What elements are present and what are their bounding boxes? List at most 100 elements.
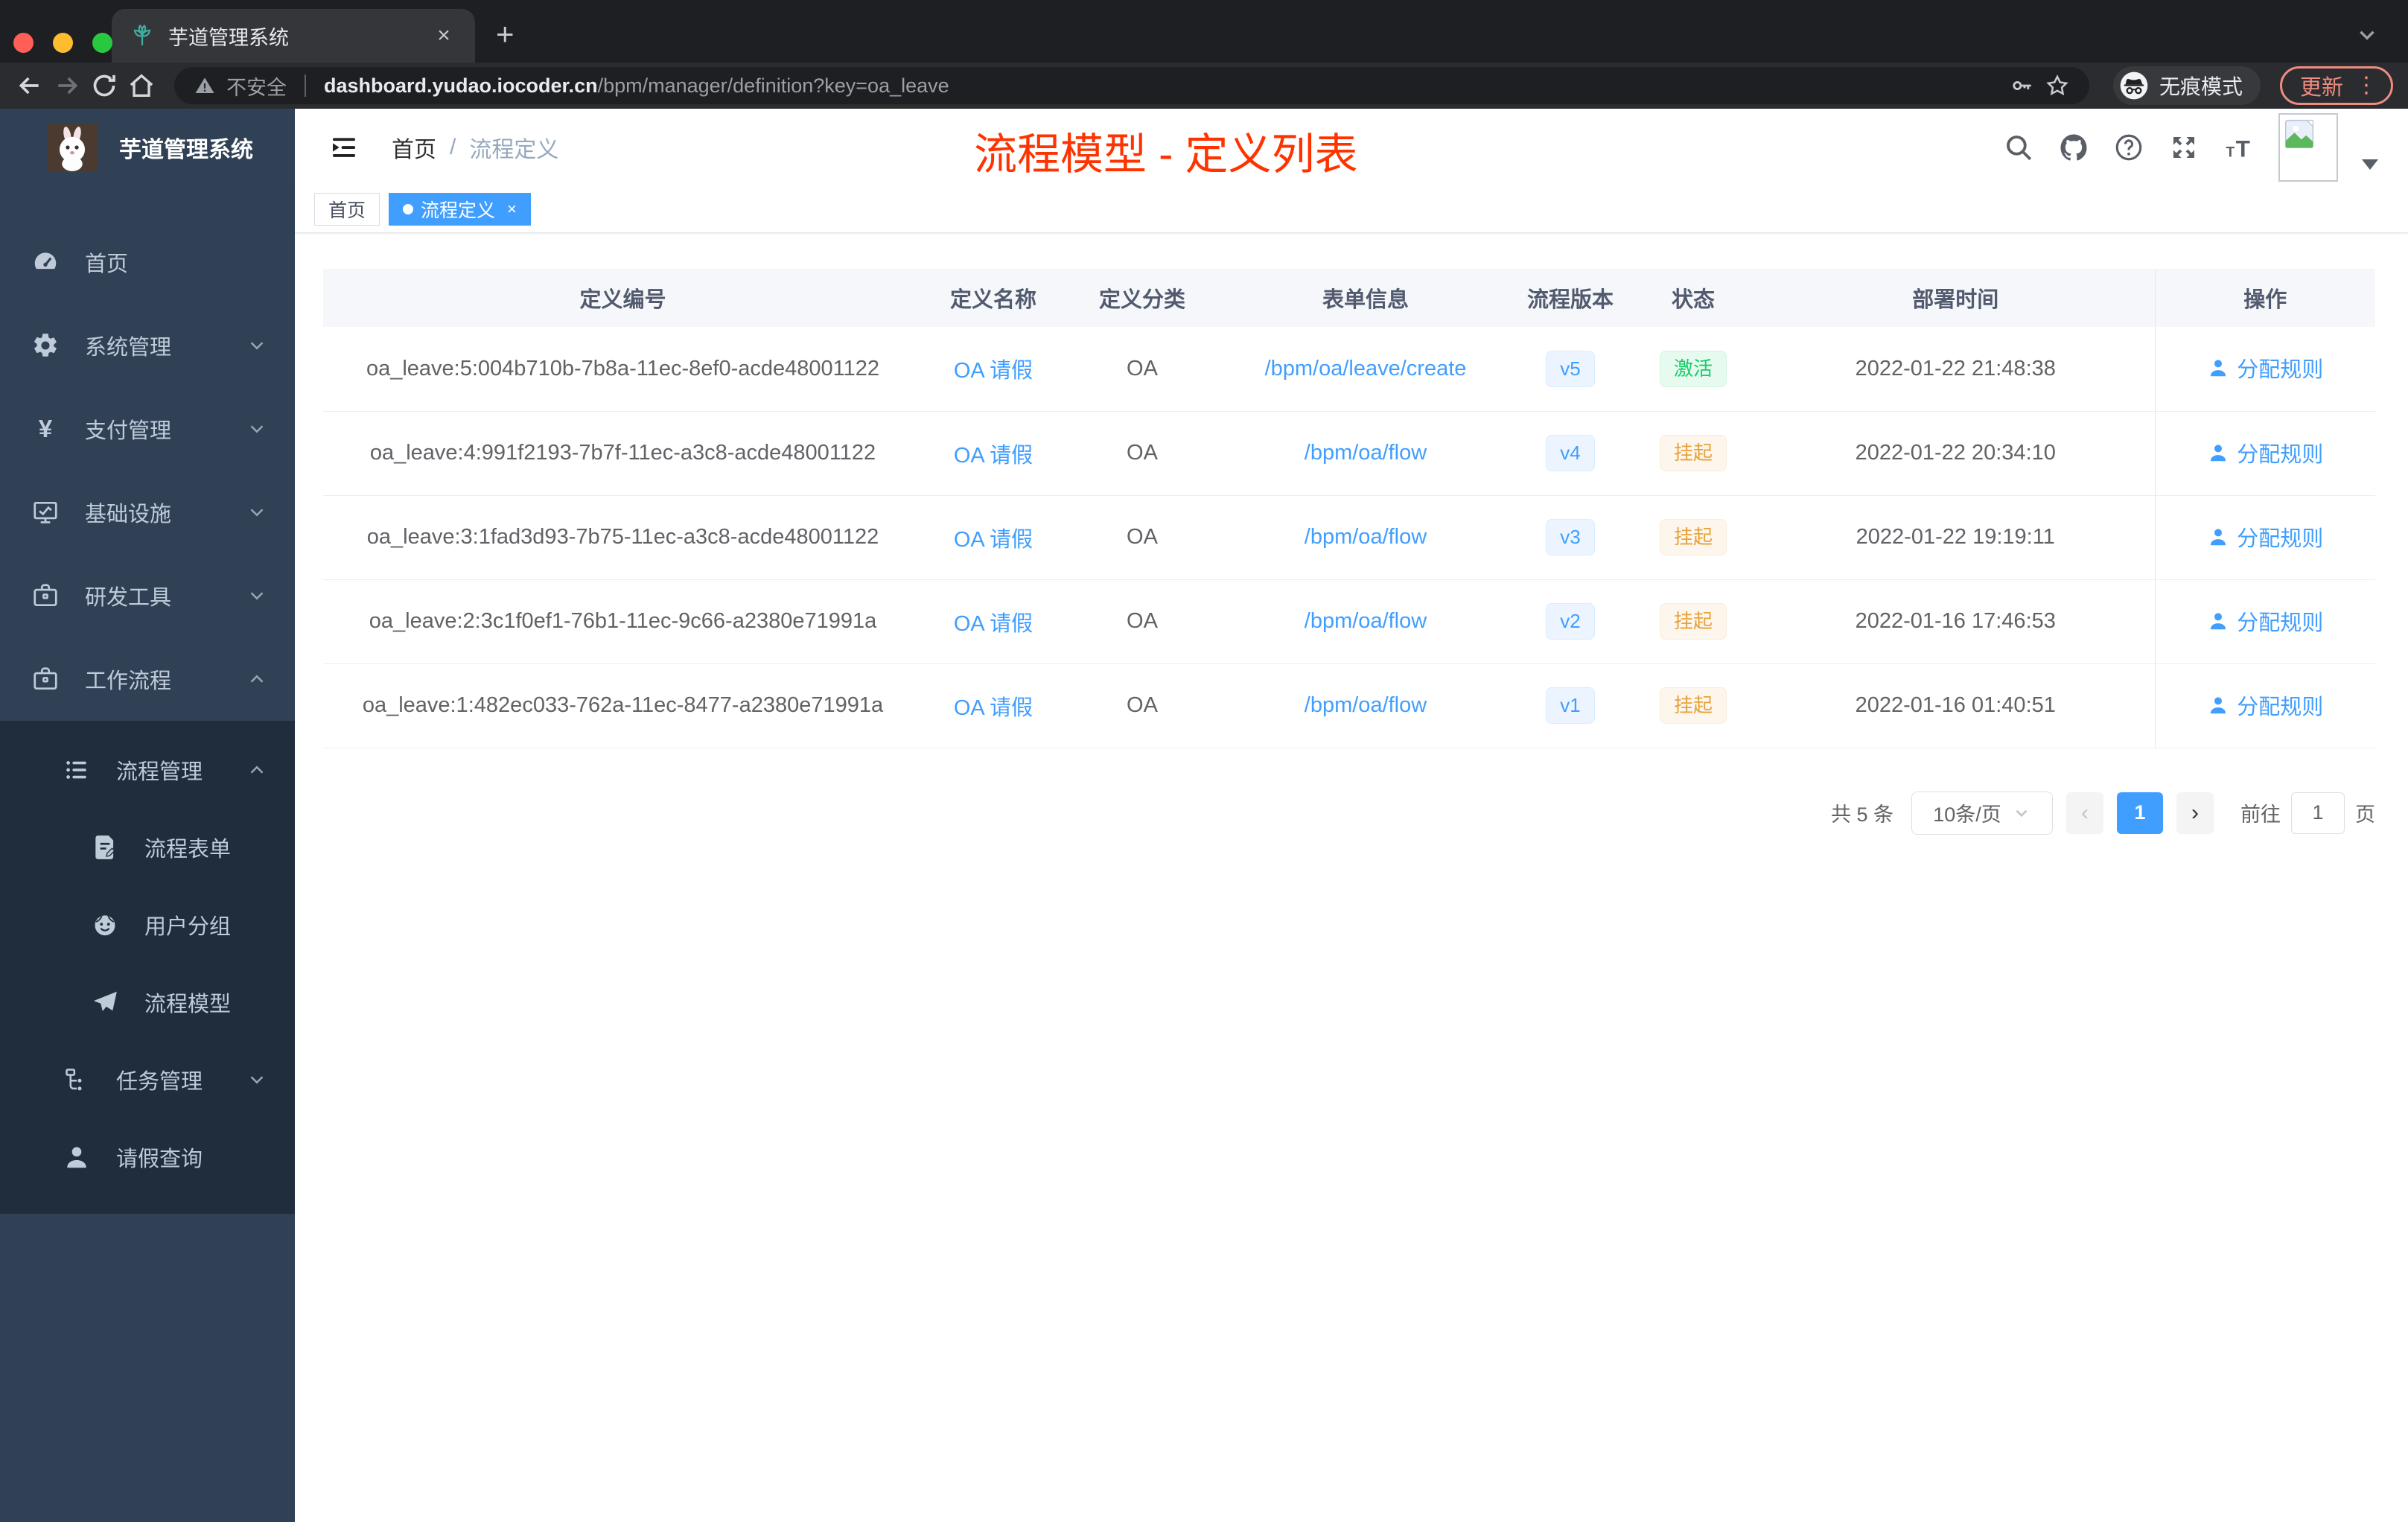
tab-close-icon[interactable]: × [430,23,457,48]
reload-icon[interactable] [89,71,119,101]
bookmark-star-icon[interactable] [2045,73,2070,98]
sidebar-item-工作流程[interactable]: 工作流程 [0,637,295,721]
annotation-title: 流程模型 - 定义列表 [974,130,1358,179]
form-info-link[interactable]: /bpm/oa/flow [1305,693,1427,717]
cell-definition-name[interactable]: OA 请假 [923,327,1064,412]
cell-actions[interactable]: 分配规则 [2154,579,2375,664]
sidebar-submenu-workflow: 流程管理 流程表单 用户分组 流程模型 任务管理 请假查询 [0,721,295,1214]
column-header-定义分类: 定义分类 [1064,269,1220,327]
minimize-window-button[interactable] [53,33,73,53]
goto-page-input[interactable] [2291,792,2345,834]
column-header-操作: 操作 [2154,269,2375,327]
definition-name-link[interactable]: OA 请假 [954,359,1033,383]
definition-name-link[interactable]: OA 请假 [954,612,1033,636]
cell-definition-id: oa_leave:3:1fad3d93-7b75-11ec-a3c8-acde4… [323,495,923,580]
prev-page-button[interactable]: ‹ [2066,792,2103,834]
tags-view: 首页 流程定义 × [295,186,2408,233]
pagination: 共 5 条 10条/页 ‹ 1 › 前往 页 [323,791,2375,835]
definition-name-link[interactable]: OA 请假 [954,696,1033,720]
column-header-表单信息: 表单信息 [1220,269,1511,327]
menu-dots-icon[interactable]: ⋮ [2355,74,2377,96]
column-header-状态: 状态 [1630,269,1756,327]
cell-definition-name[interactable]: OA 请假 [923,411,1064,496]
cell-status: 挂起 [1630,411,1756,496]
sidebar-item-研发工具[interactable]: 研发工具 [0,554,295,637]
cell-form-info[interactable]: /bpm/oa/leave/create [1220,327,1511,412]
paper-plane-icon [91,988,119,1016]
next-page-button[interactable]: › [2176,792,2214,834]
person-icon [2207,610,2229,632]
form-info-link[interactable]: /bpm/oa/flow [1305,441,1427,465]
breadcrumb: 首页 / 流程定义 [392,131,558,164]
sidebar-item-请假查询[interactable]: 请假查询 [0,1118,295,1196]
sidebar-item-支付管理[interactable]: ¥ 支付管理 [0,387,295,471]
tab-strip: 芋道管理系统 × + [0,0,2408,63]
close-window-button[interactable] [13,33,34,53]
cell-actions[interactable]: 分配规则 [2154,327,2375,412]
gear-icon [31,331,60,360]
tag-label: 流程定义 [421,200,496,221]
cell-actions[interactable]: 分配规则 [2154,663,2375,748]
avatar[interactable] [2278,113,2338,182]
omnibox-divider [305,74,306,97]
cell-definition-name[interactable]: OA 请假 [923,663,1064,748]
cell-status: 挂起 [1630,663,1756,748]
cell-definition-name[interactable]: OA 请假 [923,495,1064,580]
sidebar-item-系统管理[interactable]: 系统管理 [0,304,295,387]
font-size-icon[interactable]: TT [2223,132,2255,163]
not-secure-warning-icon[interactable] [194,74,216,97]
cell-actions[interactable]: 分配规则 [2154,411,2375,496]
sidebar-item-首页[interactable]: 首页 [0,220,295,304]
cell-form-info[interactable]: /bpm/oa/flow [1220,663,1511,748]
browser-tab[interactable]: 芋道管理系统 × [112,9,475,63]
form-info-link[interactable]: /bpm/oa/flow [1305,609,1427,633]
form-info-link[interactable]: /bpm/oa/leave/create [1265,357,1467,380]
sidebar-item-label: 工作流程 [85,669,172,693]
cell-form-info[interactable]: /bpm/oa/flow [1220,495,1511,580]
assign-rule-link[interactable]: 分配规则 [2207,690,2323,721]
password-key-icon[interactable] [2009,73,2034,98]
avatar-caret-icon[interactable] [2362,159,2378,170]
sidebar-item-流程模型[interactable]: 流程模型 [0,964,295,1041]
breadcrumb-home[interactable]: 首页 [392,131,436,164]
tag-流程定义[interactable]: 流程定义 × [389,193,531,226]
definition-name-link[interactable]: OA 请假 [954,444,1033,468]
sidebar-logo-row[interactable]: 芋道管理系统 [0,109,295,186]
maximize-window-button[interactable] [92,33,112,53]
cell-form-info[interactable]: /bpm/oa/flow [1220,579,1511,664]
url-text[interactable]: dashboard.yudao.iocoder.cn/bpm/manager/d… [324,74,1998,98]
tag-close-icon[interactable]: × [507,200,517,219]
page-size-select[interactable]: 10条/页 [1911,791,2053,835]
sidebar-fold-icon[interactable] [329,133,359,162]
cell-form-info[interactable]: /bpm/oa/flow [1220,411,1511,496]
github-icon[interactable] [2058,132,2089,163]
traffic-lights[interactable] [13,33,112,53]
address-bar[interactable]: 不安全 dashboard.yudao.iocoder.cn/bpm/manag… [174,67,2089,104]
back-icon[interactable] [15,71,45,101]
sidebar-item-用户分组[interactable]: 用户分组 [0,886,295,964]
sidebar-item-流程表单[interactable]: 流程表单 [0,809,295,886]
chrome-update-button[interactable]: 更新 ⋮ [2279,66,2393,105]
definition-name-link[interactable]: OA 请假 [954,528,1033,552]
assign-rule-link[interactable]: 分配规则 [2207,605,2323,637]
cell-definition-name[interactable]: OA 请假 [923,579,1064,664]
assign-rule-link[interactable]: 分配规则 [2207,437,2323,468]
cell-actions[interactable]: 分配规则 [2154,495,2375,580]
sidebar-item-基础设施[interactable]: 基础设施 [0,471,295,554]
fullscreen-icon[interactable] [2168,132,2200,163]
assign-rule-link[interactable]: 分配规则 [2207,352,2323,383]
home-icon[interactable] [127,71,156,101]
search-icon[interactable] [2003,132,2034,163]
pagination-total: 共 5 条 [1830,803,1893,826]
form-info-link[interactable]: /bpm/oa/flow [1305,525,1427,549]
sidebar-item-流程管理[interactable]: 流程管理 [0,731,295,809]
page-1-button[interactable]: 1 [2117,792,2163,834]
tag-首页[interactable]: 首页 [314,193,380,226]
table-header-row: 定义编号 定义名称 定义分类 表单信息 流程版本 状态 部署时间 操作 [323,269,2375,327]
assign-rule-link[interactable]: 分配规则 [2207,521,2323,553]
tab-search-chevron-icon[interactable] [2354,22,2380,48]
sidebar-item-任务管理[interactable]: 任务管理 [0,1041,295,1118]
help-icon[interactable] [2113,132,2144,163]
new-tab-button[interactable]: + [496,16,515,52]
forward-icon[interactable] [52,71,82,101]
